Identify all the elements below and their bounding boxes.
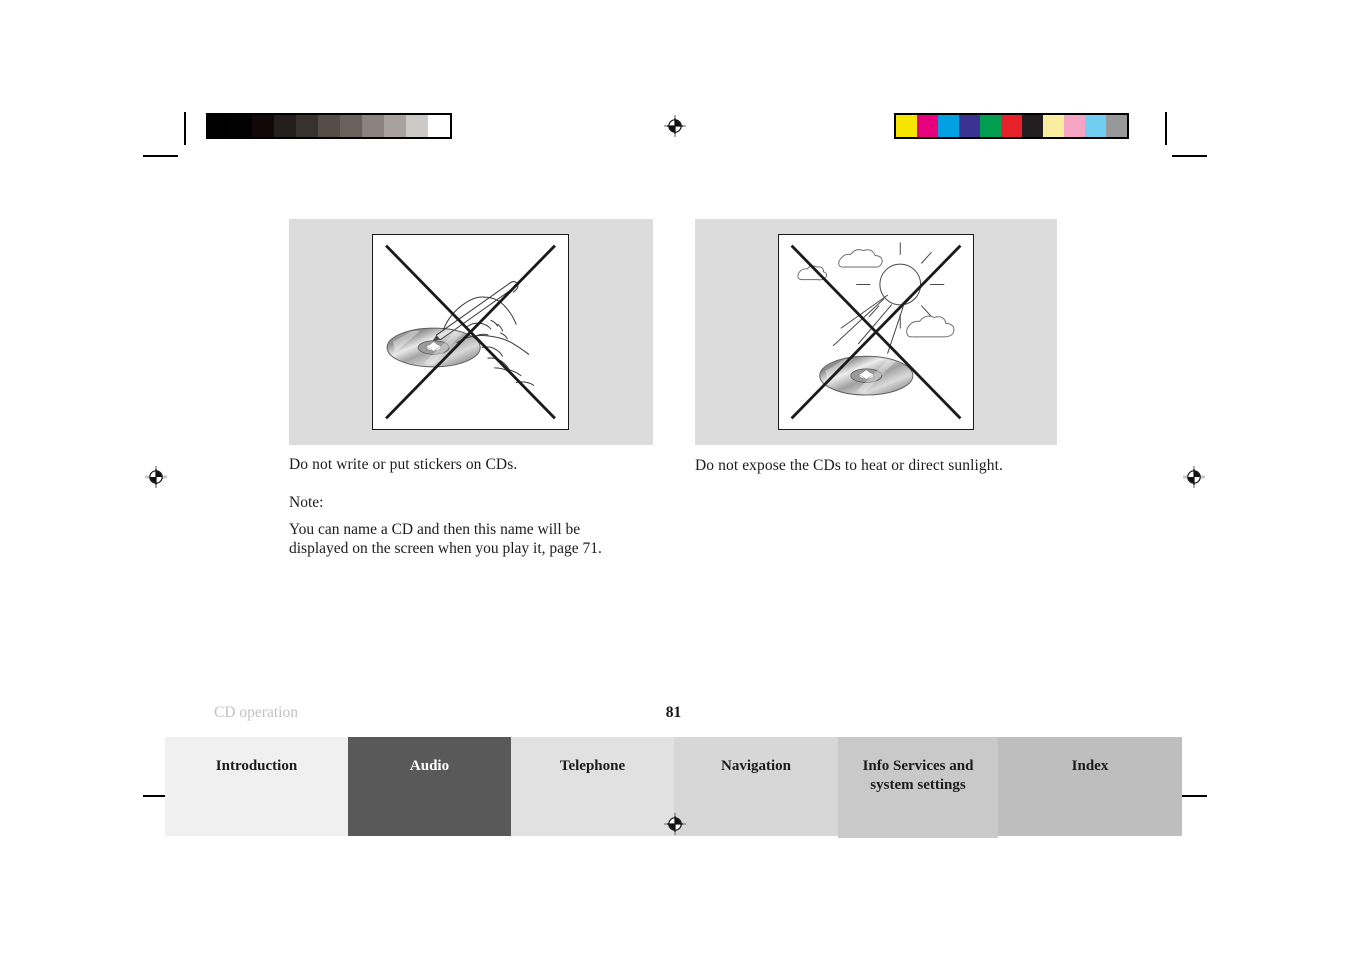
color-swatch-4 (980, 115, 1001, 137)
grayscale-swatch-3 (274, 115, 296, 137)
color-swatch-5 (1001, 115, 1022, 137)
color-swatch-8 (1064, 115, 1085, 137)
grayscale-swatch-6 (340, 115, 362, 137)
cd-with-pen-crossed-out-icon (372, 234, 569, 430)
color-swatch-9 (1085, 115, 1106, 137)
registration-mark-right (1183, 466, 1205, 488)
note-label: Note: (289, 494, 324, 511)
registration-mark-bottom (664, 813, 686, 835)
tab-navigation[interactable]: Navigation (674, 737, 838, 836)
grayscale-swatch-9 (406, 115, 428, 137)
grayscale-swatch-10 (428, 115, 450, 137)
crop-mark-top-left-horizontal (143, 155, 178, 157)
grayscale-swatch-1 (230, 115, 252, 137)
grayscale-swatch-2 (252, 115, 274, 137)
grayscale-swatch-0 (208, 115, 230, 137)
tab-index[interactable]: Index (998, 737, 1182, 836)
tab-audio[interactable]: Audio (348, 737, 511, 836)
grayscale-swatch-8 (384, 115, 406, 137)
tab-info-services-and-system-settings[interactable]: Info Services and system settings (838, 737, 998, 838)
crop-mark-top-right-horizontal (1172, 155, 1207, 157)
crop-mark-top-right-vertical (1165, 112, 1167, 145)
printed-page: Do not write or put stickers on CDs. Do … (0, 0, 1351, 954)
grayscale-swatch-4 (296, 115, 318, 137)
figure-no-heat (695, 219, 1057, 445)
tab-telephone[interactable]: Telephone (511, 737, 674, 836)
figure-no-writing (289, 219, 653, 445)
figure-caption-no-heat: Do not expose the CDs to heat or direct … (695, 457, 1003, 474)
color-swatch-6 (1022, 115, 1043, 137)
crop-mark-top-left-vertical (184, 112, 186, 145)
color-swatch-1 (917, 115, 938, 137)
cd-with-sun-crossed-out-icon (778, 234, 974, 430)
tab-introduction[interactable]: Introduction (165, 737, 348, 836)
grayscale-swatch-7 (362, 115, 384, 137)
color-calibration-bar (894, 113, 1129, 139)
cd-disc (386, 327, 481, 368)
color-swatch-2 (938, 115, 959, 137)
grayscale-swatch-5 (318, 115, 340, 137)
grayscale-calibration-bar (206, 113, 452, 139)
color-swatch-10 (1106, 115, 1127, 137)
color-swatch-3 (959, 115, 980, 137)
note-body: You can name a CD and then this name wil… (289, 521, 602, 557)
page-number: 81 (665, 704, 682, 721)
color-swatch-0 (896, 115, 917, 137)
figure-caption-no-writing: Do not write or put stickers on CDs. (289, 456, 518, 473)
color-swatch-7 (1043, 115, 1064, 137)
registration-mark-top (664, 115, 686, 137)
registration-mark-left (145, 466, 167, 488)
